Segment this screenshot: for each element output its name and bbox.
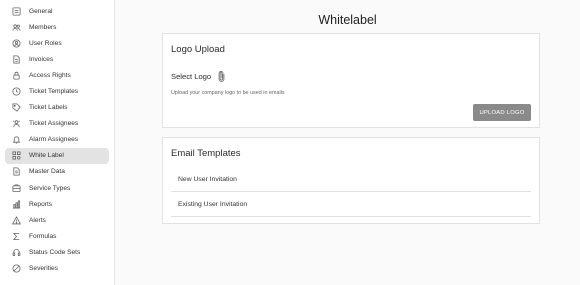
email-template-list: New User Invitation Existing User Invita… (171, 167, 531, 217)
sidebar-item-label: Ticket Labels (29, 104, 68, 112)
sidebar-item-label: User Roles (29, 39, 62, 47)
alarm-icon (12, 135, 21, 144)
sidebar-item-reports[interactable]: Reports (5, 196, 109, 212)
alert-icon (12, 215, 21, 225)
upload-logo-button[interactable]: UPLOAD LOGO (473, 104, 531, 121)
sidebar-item-severities[interactable]: Severities (5, 261, 109, 277)
user-roles-icon (12, 39, 21, 48)
service-types-icon (12, 184, 21, 193)
sidebar-item-members[interactable]: Members (5, 19, 109, 35)
sidebar-item-invoices[interactable]: Invoices (5, 51, 109, 67)
logo-upload-title: Logo Upload (171, 44, 225, 55)
sidebar-item-ticket-templates[interactable]: Ticket Templates (5, 83, 109, 99)
sidebar-item-access-rights[interactable]: Access Rights (5, 67, 109, 83)
sidebar-item-label: Reports (29, 200, 53, 208)
sidebar-item-ticket-assignees[interactable]: Ticket Assignees (5, 116, 109, 132)
sidebar: General Members User Roles Invoices Acce… (0, 0, 115, 285)
sidebar-item-label: Ticket Assignees (29, 120, 79, 128)
email-templates-title: Email Templates (171, 148, 241, 159)
sidebar-item-label: Master Data (29, 168, 65, 176)
severity-icon (12, 264, 21, 273)
sidebar-item-label: Service Types (29, 184, 71, 192)
sidebar-item-user-roles[interactable]: User Roles (5, 35, 109, 51)
reports-icon (12, 200, 21, 209)
sidebar-item-formulas[interactable]: Formulas (5, 228, 109, 244)
select-logo[interactable]: Select Logo (171, 71, 225, 82)
members-icon (12, 23, 21, 32)
invoice-icon (12, 55, 21, 64)
email-template-existing-user-invitation[interactable]: Existing User Invitation (171, 192, 531, 217)
master-data-icon (12, 167, 21, 176)
paperclip-icon[interactable] (218, 71, 225, 82)
sidebar-item-ticket-labels[interactable]: Ticket Labels (5, 100, 109, 116)
sidebar-item-label: Formulas (29, 232, 57, 240)
sidebar-item-service-types[interactable]: Service Types (5, 180, 109, 196)
sidebar-item-alarm-assignees[interactable]: Alarm Assignees (5, 132, 109, 148)
select-logo-label: Select Logo (171, 72, 212, 81)
assignee-icon (12, 119, 21, 128)
sidebar-item-label: Ticket Templates (29, 88, 79, 96)
upload-hint: Upload your company logo to be used in e… (171, 90, 285, 96)
main-content: Whitelabel Logo Upload Select Logo Uploa… (115, 0, 580, 285)
sidebar-item-label: Severities (29, 265, 58, 273)
sidebar-item-label: General (29, 7, 53, 15)
white-label-icon (12, 151, 21, 160)
sidebar-item-label: Members (29, 23, 57, 31)
sidebar-item-label: Invoices (29, 55, 54, 63)
sidebar-item-alerts[interactable]: Alerts (5, 212, 109, 228)
sidebar-item-label: Alerts (29, 216, 46, 224)
sidebar-item-master-data[interactable]: Master Data (5, 164, 109, 180)
sidebar-item-general[interactable]: General (5, 3, 109, 19)
page-title: Whitelabel (318, 13, 377, 27)
ticket-template-icon (12, 87, 21, 96)
sidebar-item-label: Alarm Assignees (29, 136, 79, 144)
sidebar-item-label: White Label (29, 152, 64, 160)
lock-icon (12, 71, 21, 80)
email-template-new-user-invitation[interactable]: New User Invitation (171, 167, 531, 192)
sidebar-item-label: Status Code Sets (29, 248, 81, 256)
email-templates-card: Email Templates New User Invitation Exis… (162, 137, 540, 224)
sidebar-item-label: Access Rights (29, 71, 71, 79)
general-icon (12, 7, 21, 16)
sidebar-item-status-code-sets[interactable]: Status Code Sets (5, 244, 109, 260)
sigma-icon (12, 232, 21, 241)
sidebar-item-white-label[interactable]: White Label (5, 147, 109, 164)
label-icon (12, 103, 21, 112)
logo-upload-card: Logo Upload Select Logo Upload your comp… (162, 33, 540, 128)
status-code-icon (12, 248, 21, 257)
